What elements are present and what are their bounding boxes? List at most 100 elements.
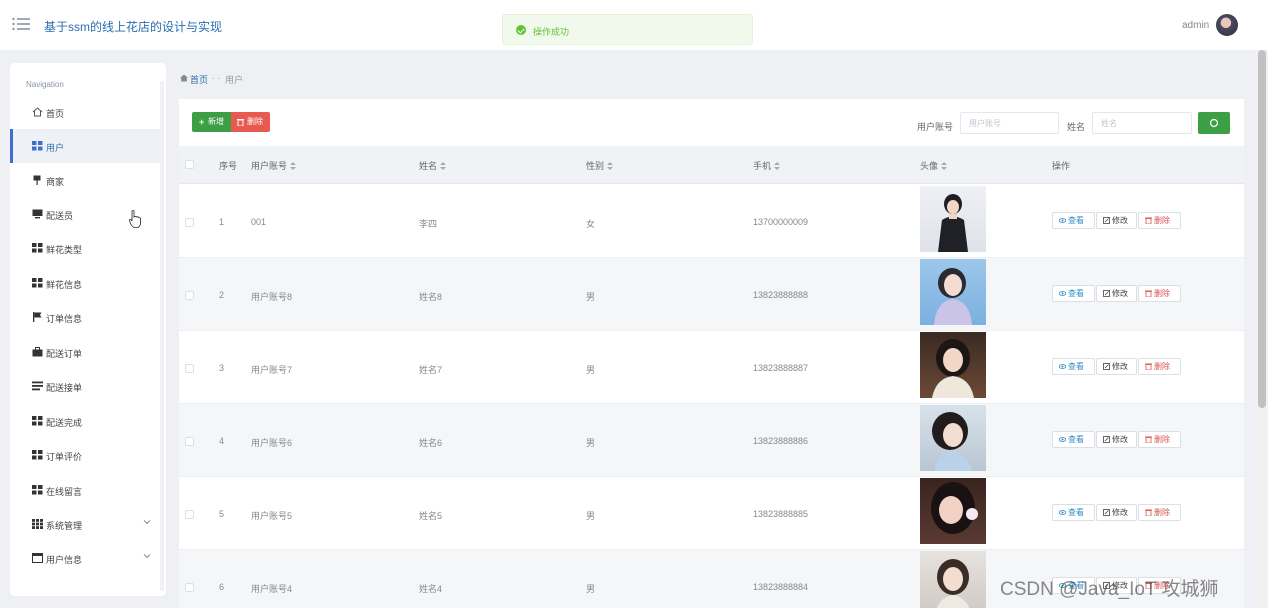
delete-button[interactable]: 删除 — [231, 112, 270, 132]
user-name[interactable]: admin — [1182, 20, 1209, 31]
avatar-thumbnail[interactable] — [920, 259, 986, 325]
eye-icon — [1059, 218, 1066, 223]
view-button[interactable]: 查看 — [1052, 431, 1095, 448]
delete-row-button[interactable]: 删除 — [1138, 358, 1181, 375]
trash-icon — [1145, 217, 1152, 224]
sidebar-item-order-review[interactable]: 订单评价 — [10, 438, 164, 472]
cell-account: 用户账号7 — [251, 365, 293, 375]
delete-row-button[interactable]: 删除 — [1138, 431, 1181, 448]
cell-phone: 13823888884 — [753, 582, 809, 592]
search-button[interactable] — [1198, 112, 1230, 134]
account-search-input[interactable] — [960, 112, 1059, 134]
column-header-gender[interactable]: 性别 — [586, 159, 614, 172]
sidebar-item-delivery-orders[interactable]: 配送订单 — [10, 335, 164, 369]
avatar-thumbnail[interactable] — [920, 405, 986, 471]
sidebar-item-users[interactable]: 用户 — [10, 129, 164, 163]
sidebar-item-label: 用户 — [46, 143, 65, 153]
edit-button[interactable]: 修改 — [1096, 358, 1137, 375]
sidebar-item-merchant[interactable]: 商家 — [10, 163, 164, 197]
row-checkbox[interactable] — [185, 364, 194, 373]
view-button[interactable]: 查看 — [1052, 504, 1095, 521]
trash-icon — [1145, 436, 1152, 443]
add-button[interactable]: + 新增 — [192, 112, 231, 132]
grid-icon — [32, 278, 43, 288]
sidebar-item-label: 订单信息 — [46, 314, 83, 324]
sidebar-item-flower-info[interactable]: 鲜花信息 — [10, 266, 164, 300]
sidebar-item-system[interactable]: 系统管理 — [10, 507, 164, 541]
chevron-down-icon — [143, 520, 151, 525]
row-checkbox[interactable] — [185, 510, 194, 519]
cell-account: 用户账号4 — [251, 584, 293, 594]
edit-icon — [1103, 363, 1110, 370]
sort-icon — [290, 162, 297, 170]
breadcrumb-home-link[interactable]: 首页 — [190, 73, 208, 86]
table-row: 5 用户账号5 姓名5 男 13823888885 查看 修改 删除 — [179, 477, 1244, 550]
column-header-actions: 操作 — [1052, 161, 1071, 171]
grid-icon — [32, 243, 43, 253]
sidebar-item-label: 配送员 — [46, 211, 74, 221]
cell-gender: 男 — [586, 438, 596, 448]
trash-icon — [1145, 290, 1152, 297]
trash-icon — [1145, 363, 1152, 370]
cell-gender: 男 — [586, 584, 596, 594]
row-checkbox[interactable] — [185, 583, 194, 592]
view-button[interactable]: 查看 — [1052, 212, 1095, 229]
page-scrollbar[interactable] — [1256, 50, 1268, 608]
monitor-icon — [32, 209, 43, 219]
breadcrumb-current: 用户 — [225, 75, 244, 85]
view-button[interactable]: 查看 — [1052, 285, 1095, 302]
view-button[interactable]: 查看 — [1052, 358, 1095, 375]
avatar-thumbnail[interactable] — [920, 551, 986, 608]
filter-account-label: 用户账号 — [917, 122, 954, 132]
row-checkbox[interactable] — [185, 437, 194, 446]
column-header-avatar[interactable]: 头像 — [920, 159, 948, 172]
table-row: 1 001 李四 女 13700000009 查看 修改 删除 — [179, 185, 1244, 258]
edit-icon — [1103, 217, 1110, 224]
chevron-down-icon — [143, 554, 151, 559]
breadcrumb-separator: - - — [212, 73, 221, 83]
edit-button[interactable]: 修改 — [1096, 212, 1137, 229]
delete-row-button[interactable]: 删除 — [1138, 212, 1181, 229]
column-header-phone[interactable]: 手机 — [753, 159, 781, 172]
sort-icon — [440, 162, 447, 170]
sort-icon — [941, 162, 948, 170]
sidebar-item-delivery-accept[interactable]: 配送接单 — [10, 369, 164, 403]
sidebar-item-home[interactable]: 首页 — [10, 95, 164, 129]
cell-index: 6 — [219, 582, 225, 592]
column-header-account[interactable]: 用户账号 — [251, 159, 297, 172]
sidebar-scrollbar[interactable] — [160, 81, 164, 591]
id-card-icon — [32, 553, 43, 563]
column-header-name[interactable]: 姓名 — [419, 159, 447, 172]
cell-index: 4 — [219, 436, 225, 446]
cell-name: 李四 — [419, 219, 438, 229]
page-scrollbar-thumb[interactable] — [1258, 50, 1266, 408]
sidebar-item-delivery-done[interactable]: 配送完成 — [10, 404, 164, 438]
delete-row-button[interactable]: 删除 — [1138, 285, 1181, 302]
grid-icon — [32, 141, 43, 151]
delete-row-button[interactable]: 删除 — [1138, 504, 1181, 521]
cell-phone: 13700000009 — [753, 217, 809, 227]
sidebar-item-orders[interactable]: 订单信息 — [10, 300, 164, 334]
cell-index: 5 — [219, 509, 225, 519]
avatar[interactable] — [1216, 14, 1238, 36]
avatar-thumbnail[interactable] — [920, 186, 986, 252]
cell-account: 用户账号8 — [251, 292, 293, 302]
edit-button[interactable]: 修改 — [1096, 431, 1137, 448]
sidebar-item-user-info[interactable]: 用户信息 — [10, 541, 164, 575]
avatar-thumbnail[interactable] — [920, 332, 986, 398]
edit-button[interactable]: 修改 — [1096, 285, 1137, 302]
sidebar-item-messages[interactable]: 在线留言 — [10, 473, 164, 507]
menu-icon[interactable] — [12, 17, 30, 31]
table-row: 2 用户账号8 姓名8 男 13823888888 查看 修改 删除 — [179, 258, 1244, 331]
select-all-checkbox[interactable] — [185, 160, 194, 169]
sidebar-item-label: 配送订单 — [46, 349, 83, 359]
cell-phone: 13823888885 — [753, 509, 809, 519]
row-checkbox[interactable] — [185, 291, 194, 300]
row-checkbox[interactable] — [185, 218, 194, 227]
home-icon — [180, 74, 188, 82]
avatar-thumbnail[interactable] — [920, 478, 986, 544]
name-search-input[interactable] — [1092, 112, 1192, 134]
table-header: 序号 用户账号 姓名 性别 手机 头像 操作 — [179, 146, 1244, 184]
edit-button[interactable]: 修改 — [1096, 504, 1137, 521]
sidebar-item-flower-type[interactable]: 鲜花类型 — [10, 231, 164, 265]
